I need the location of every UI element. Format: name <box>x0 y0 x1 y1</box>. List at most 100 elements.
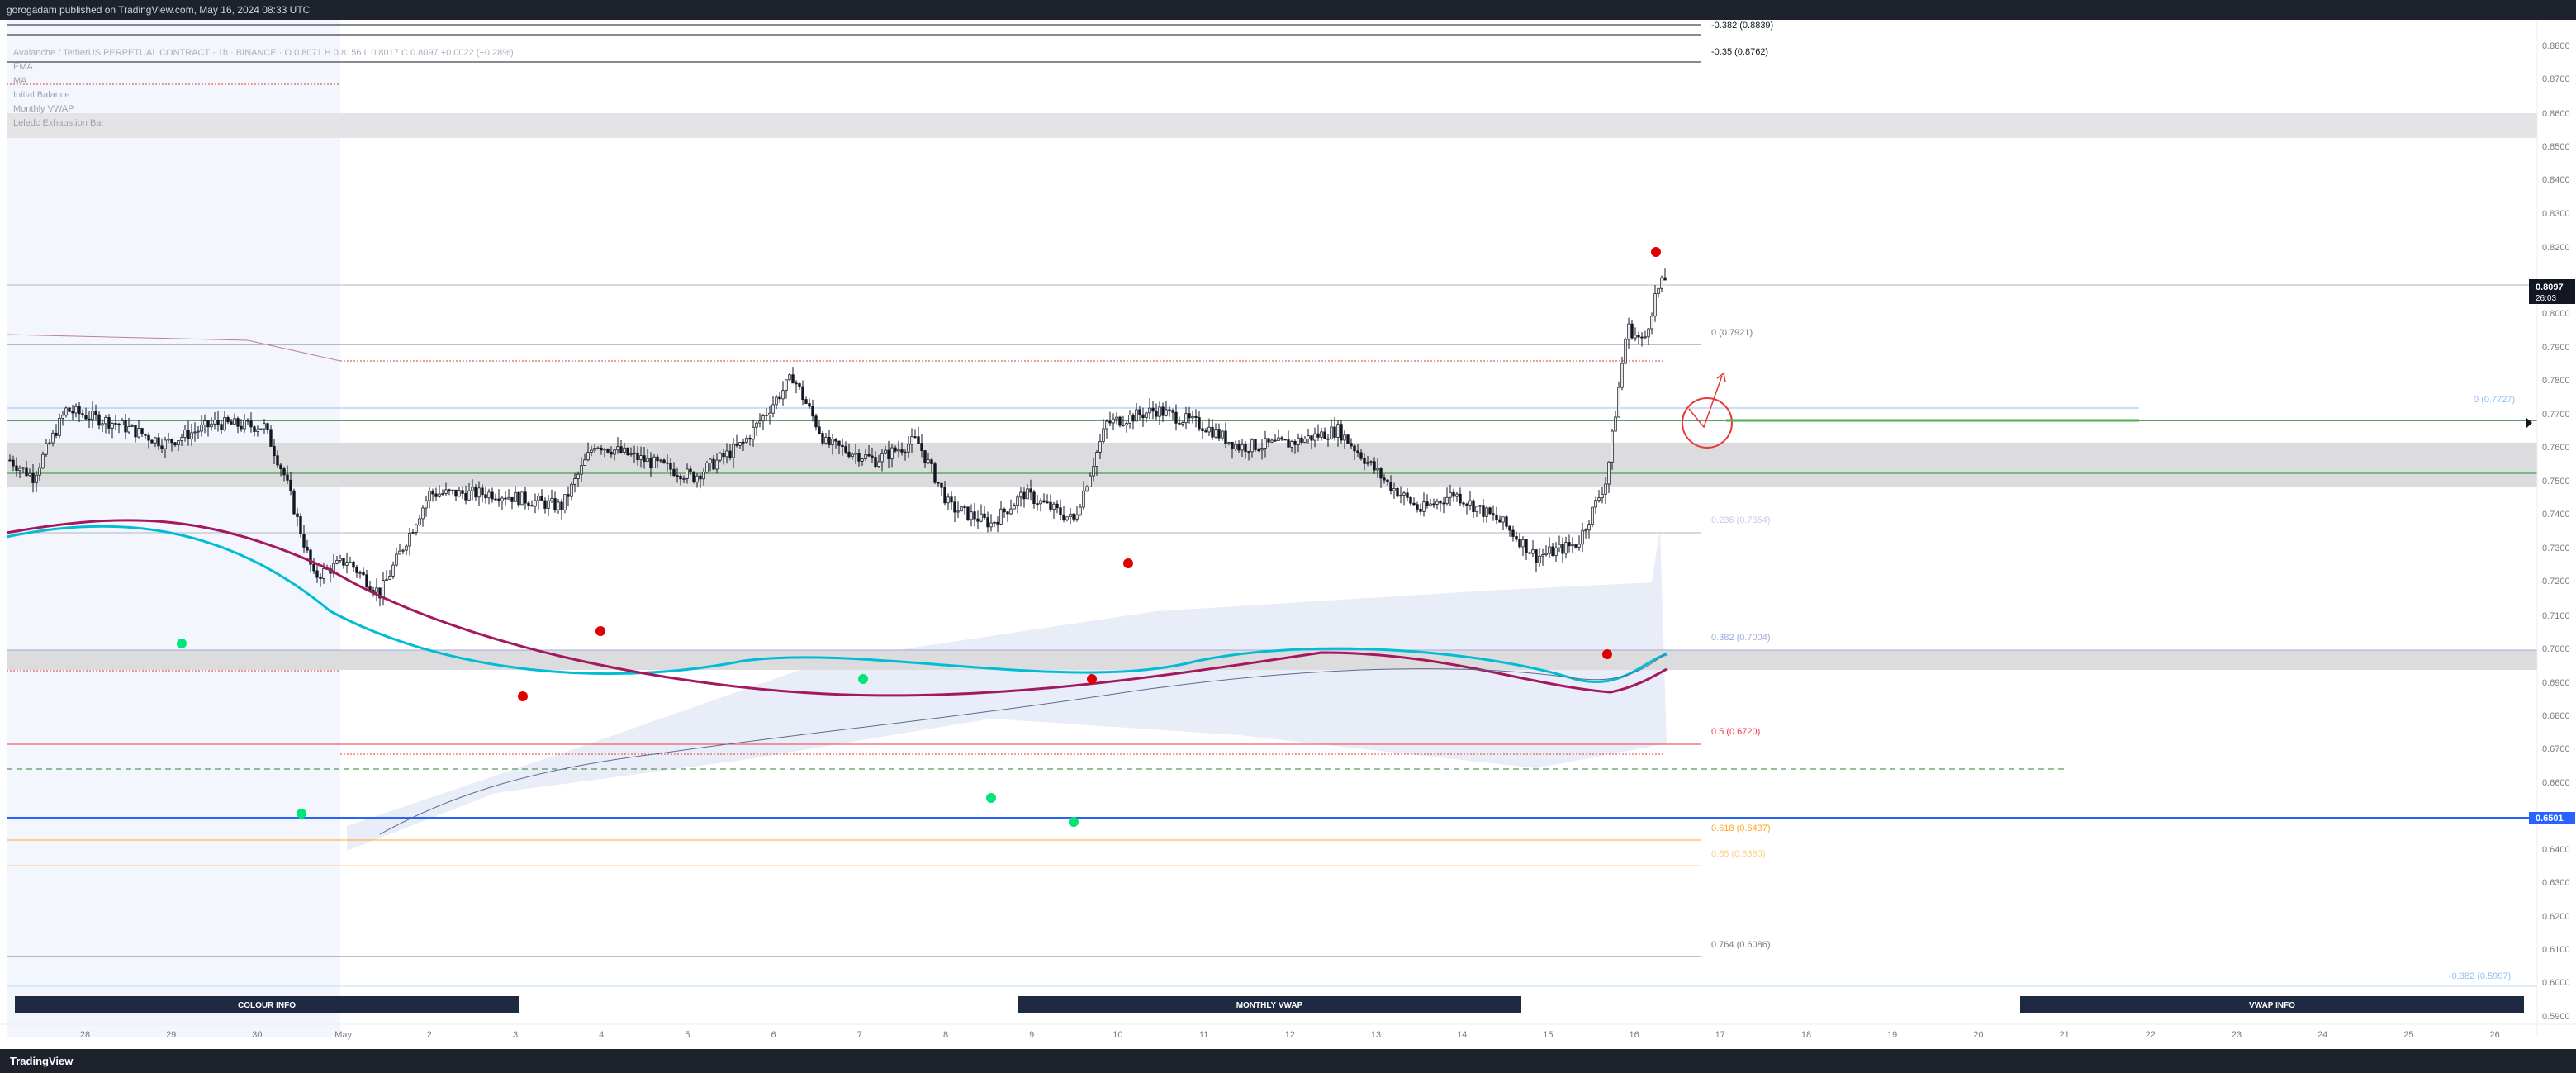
candle-body <box>795 382 798 385</box>
tradingview-logo[interactable]: TradingView <box>10 1055 73 1067</box>
candle-body <box>150 439 154 444</box>
candle-body <box>1108 420 1112 424</box>
candle-body <box>534 500 537 507</box>
candle-body <box>1564 542 1568 554</box>
candle-body <box>841 444 844 448</box>
candle-body <box>101 423 104 426</box>
candle-body <box>117 423 121 426</box>
candle-body <box>884 449 887 454</box>
candle-body <box>1247 451 1250 453</box>
candle-body <box>1459 493 1462 504</box>
candle-body <box>966 506 970 520</box>
candle-body <box>989 522 993 528</box>
price-tick-6: 0.8200 <box>2542 243 2570 253</box>
candle-body <box>600 447 603 451</box>
price-tick-26: 0.6000 <box>2542 978 2570 988</box>
candle-body <box>808 403 811 407</box>
candle-body <box>1386 479 1389 482</box>
candle-body <box>890 447 894 460</box>
candle-body <box>157 437 160 447</box>
candle-body <box>1402 492 1406 496</box>
candle-body <box>1630 323 1634 339</box>
candle-body <box>517 491 520 506</box>
candle-body <box>448 489 451 491</box>
candle-body <box>197 430 200 433</box>
chart-area[interactable]: -0.382 (0.8839) -0.35 (0.8762) 0 (0.7921) 0… <box>0 20 2576 1049</box>
candle-body <box>253 426 256 432</box>
candle-body <box>646 458 649 463</box>
candle-body <box>669 463 672 470</box>
candle-body <box>1541 554 1544 557</box>
candle-body <box>1353 445 1356 452</box>
candle-body <box>444 489 448 494</box>
candle-body <box>1607 461 1611 485</box>
legend-item-monthly-vwap[interactable]: Monthly VWAP <box>13 102 514 116</box>
candle-body <box>980 513 983 522</box>
candle-body <box>1138 409 1141 415</box>
candle-body <box>1568 542 1571 547</box>
candle-body <box>692 472 695 482</box>
candle-body <box>55 432 58 436</box>
candle-body <box>25 467 28 477</box>
candle-body <box>1392 487 1396 491</box>
candle-body <box>639 455 643 461</box>
candle-body <box>1184 413 1188 424</box>
candle-body <box>1016 496 1019 506</box>
candle-body <box>527 502 530 506</box>
candle-body <box>1095 452 1098 467</box>
candle-body <box>140 428 144 434</box>
candle-body <box>421 507 425 520</box>
buy-signal-dot-2 <box>858 674 868 684</box>
candle-body <box>867 454 871 457</box>
candle-body <box>999 508 1003 525</box>
candle-body <box>35 474 38 483</box>
candle-body <box>458 490 461 497</box>
candle-body <box>127 426 130 433</box>
candle-body <box>1611 430 1614 463</box>
candle-body <box>1198 417 1201 430</box>
legend-item-ma[interactable]: MA <box>13 74 514 88</box>
legend-item-ema[interactable]: EMA <box>13 60 514 74</box>
candle-body <box>1663 277 1667 281</box>
sell-signal-dot-0 <box>518 691 528 701</box>
candle-body <box>590 449 593 453</box>
candle-body <box>147 434 150 441</box>
candle-body <box>302 534 306 548</box>
candle-body <box>1237 444 1241 451</box>
indicator-legend: Avalanche / TetherUS PERPETUAL CONTRACT … <box>13 46 514 131</box>
price-tick-7: 0.8000 <box>2542 309 2570 319</box>
candle-body <box>425 500 428 509</box>
candle-body <box>1145 412 1148 419</box>
legend-item-initial-balance[interactable]: Initial Balance <box>13 88 514 102</box>
candle-body <box>877 461 880 468</box>
candle-body <box>586 452 590 461</box>
candle-body <box>1376 468 1379 471</box>
candle-body <box>64 407 68 416</box>
candle-body <box>983 513 986 519</box>
candle-body <box>1089 475 1092 487</box>
candle-body <box>349 561 352 563</box>
candle-body <box>900 449 904 453</box>
candle-body <box>887 449 890 460</box>
candle-body <box>1264 438 1267 449</box>
candle-body <box>1429 503 1432 506</box>
candle-body <box>1604 483 1607 495</box>
candle-body <box>1022 491 1026 500</box>
candle-body <box>164 439 167 449</box>
candle-body <box>880 453 884 463</box>
legend-item-exhaustion-bar[interactable]: Leledc Exhaustion Bar <box>13 116 514 131</box>
candle-body <box>299 516 302 535</box>
candle-body <box>395 553 398 566</box>
time-label-27: 25 <box>2403 1030 2413 1040</box>
time-label-22: 20 <box>1973 1030 1983 1040</box>
candle-body <box>563 494 567 511</box>
candle-body <box>375 587 378 593</box>
symbol-line[interactable]: Avalanche / TetherUS PERPETUAL CONTRACT … <box>13 46 514 60</box>
candle-body <box>1320 431 1323 438</box>
candle-body <box>927 459 930 463</box>
time-label-28: 26 <box>2489 1030 2499 1040</box>
candle-body <box>1379 468 1383 479</box>
candle-body <box>1118 416 1122 426</box>
candle-body <box>1442 502 1445 505</box>
price-chart[interactable]: -0.382 (0.8839) -0.35 (0.8762) 0 (0.7921) 0… <box>0 20 2576 1049</box>
